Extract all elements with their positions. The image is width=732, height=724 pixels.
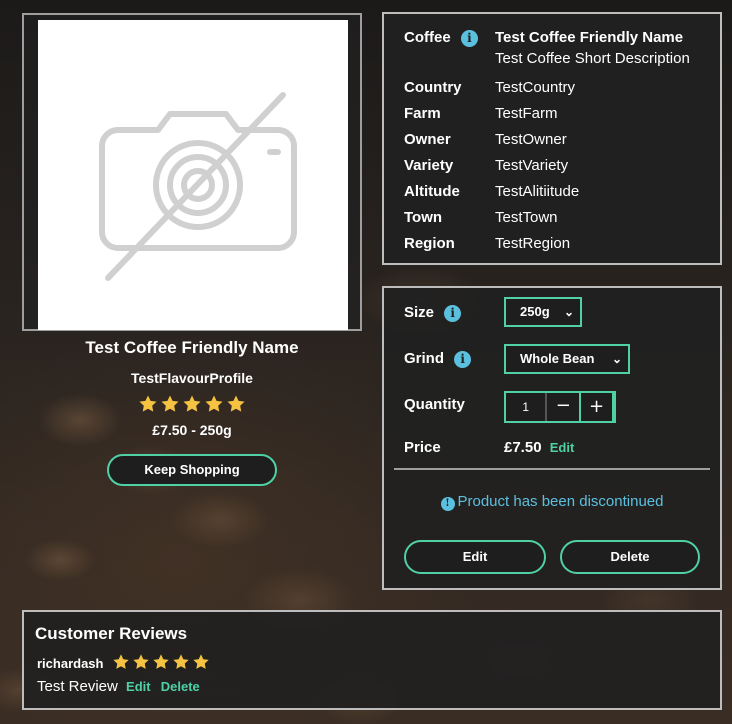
star-icon (226, 394, 246, 414)
star-icon (182, 394, 202, 414)
detail-label: Owner (404, 131, 451, 148)
coffee-name: Test Coffee Friendly Name (495, 29, 684, 46)
detail-label: Region (404, 235, 455, 252)
notice-text: Product has been discontinued (457, 493, 664, 510)
info-icon[interactable]: i (460, 29, 478, 47)
detail-value: TestOwner (495, 131, 567, 148)
detail-value: TestFarm (495, 105, 558, 122)
keep-shopping-button[interactable]: Keep Shopping (107, 454, 277, 486)
star-icon (112, 653, 130, 671)
detail-value: TestRegion (495, 235, 571, 252)
quantity-label: Quantity (404, 396, 465, 413)
price-edit-link[interactable]: Edit (550, 440, 575, 455)
grind-label: Grind (404, 350, 444, 367)
review-delete-link[interactable]: Delete (161, 679, 200, 694)
increment-button[interactable]: + (579, 391, 614, 423)
price-row: £7.50 Edit (504, 439, 574, 456)
price-label: Price (404, 439, 441, 456)
review-user: richardash (37, 656, 104, 671)
star-icon (152, 653, 170, 671)
size-select[interactable]: 250g ⌄ (504, 297, 582, 327)
review-rating (111, 653, 211, 675)
detail-value: TestCountry (495, 79, 576, 96)
short-description: Test Coffee Short Description (495, 50, 690, 67)
no-image-camera-icon (99, 92, 297, 281)
info-icon[interactable]: i (444, 304, 462, 322)
grind-value: Whole Bean (520, 351, 595, 366)
delete-product-button[interactable]: Delete (560, 540, 700, 574)
info-icon[interactable]: i (454, 350, 472, 368)
info-icon: ! (440, 497, 455, 511)
detail-label: Farm (404, 105, 441, 122)
product-rating (22, 394, 362, 418)
star-icon (204, 394, 224, 414)
size-label-row: Size i (404, 304, 462, 322)
quantity-input[interactable]: 1 (506, 393, 547, 421)
customer-reviews-panel: Customer Reviews richardash Test Review … (22, 610, 722, 710)
price-size: £7.50 - 250g (152, 422, 232, 438)
coffee-details-panel: Coffee i Test Coffee Friendly Name Test … (382, 12, 722, 265)
detail-value: TestTown (495, 209, 558, 226)
star-icon (192, 653, 210, 671)
size-label: Size (404, 304, 435, 321)
chevron-down-icon: ⌄ (563, 305, 574, 319)
grind-label-row: Grind i (404, 350, 472, 368)
star-icon (160, 394, 180, 414)
price-value: £7.50 (504, 439, 542, 456)
quantity-stepper: 1 − + (504, 391, 616, 423)
divider (394, 468, 710, 470)
chevron-down-icon: ⌄ (611, 352, 622, 366)
review-text: Test Review (37, 678, 118, 695)
flavour-profile: TestFlavourProfile (131, 370, 253, 386)
size-value: 250g (520, 304, 550, 319)
review-edit-link[interactable]: Edit (126, 679, 151, 694)
product-image-frame (22, 13, 362, 331)
decrement-button[interactable]: − (546, 393, 579, 421)
coffee-label: Coffee (404, 29, 451, 46)
detail-value: TestAlitiitude (495, 183, 580, 200)
coffee-label-row: Coffee i (404, 29, 478, 47)
purchase-options-panel: Size i 250g ⌄ Grind i Whole Bean ⌄ Quant… (382, 286, 722, 590)
review-row: Test Review Edit Delete (37, 678, 200, 695)
detail-label: Altitude (404, 183, 460, 200)
detail-label: Country (404, 79, 462, 96)
discontinued-notice: ! Product has been discontinued (384, 493, 720, 511)
detail-label: Variety (404, 157, 454, 174)
star-icon (172, 653, 190, 671)
product-name: Test Coffee Friendly Name (85, 338, 299, 357)
grind-select[interactable]: Whole Bean ⌄ (504, 344, 630, 374)
star-icon (132, 653, 150, 671)
product-image (38, 20, 348, 330)
reviews-title: Customer Reviews (35, 624, 188, 643)
edit-product-button[interactable]: Edit (404, 540, 546, 574)
star-icon (138, 394, 158, 414)
detail-value: TestVariety (495, 157, 569, 174)
detail-label: Town (404, 209, 443, 226)
